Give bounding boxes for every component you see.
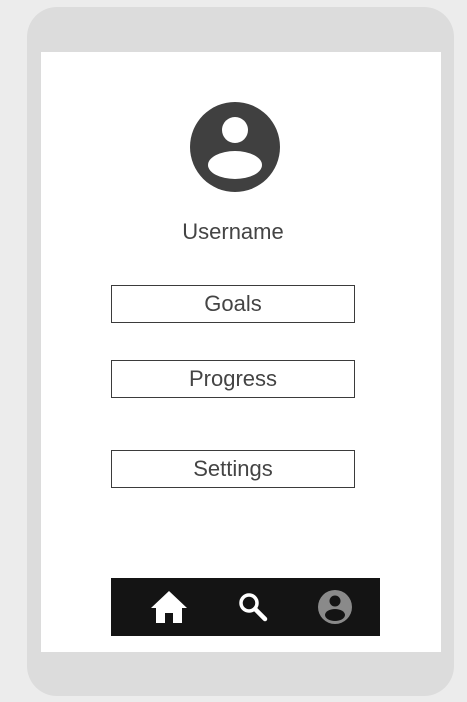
nav-home-button[interactable] <box>149 587 189 627</box>
username-label: Username <box>182 219 284 244</box>
account-circle-icon <box>190 102 280 192</box>
profile-avatar <box>190 102 280 192</box>
home-icon <box>151 591 187 623</box>
phone-screen: Username Goals Progress Settings <box>41 52 441 652</box>
search-icon <box>239 593 268 622</box>
goals-button[interactable]: Goals <box>111 285 355 323</box>
nav-profile-button[interactable] <box>315 587 355 627</box>
progress-button[interactable]: Progress <box>111 360 355 398</box>
settings-button[interactable]: Settings <box>111 450 355 488</box>
account-circle-icon <box>318 590 352 624</box>
bottom-navigation-bar <box>111 578 380 636</box>
nav-search-button[interactable] <box>233 587 273 627</box>
